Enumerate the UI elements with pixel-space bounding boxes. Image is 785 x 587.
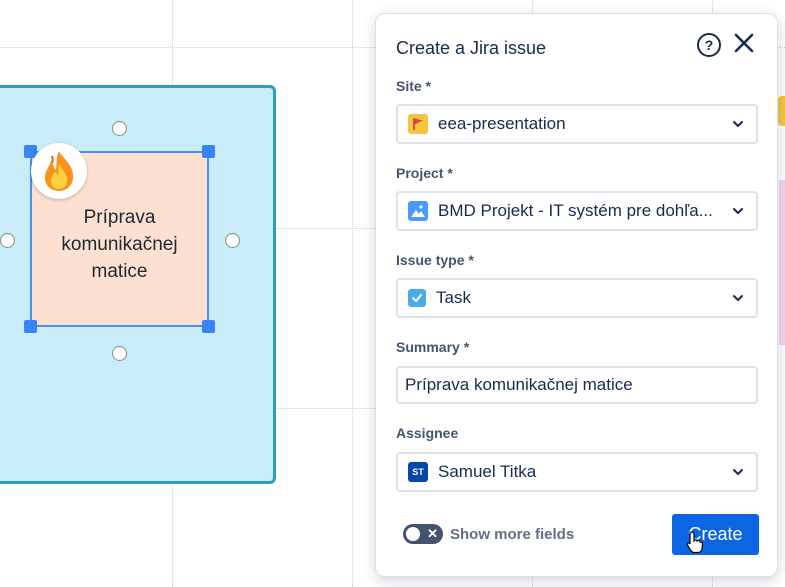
site-label: Site * — [396, 78, 432, 94]
project-select[interactable]: BMD Projekt - IT systém pre dohľa... — [396, 191, 758, 231]
chevron-down-icon — [720, 106, 756, 142]
checkbox-check-icon — [408, 289, 426, 307]
avatar: ST — [408, 462, 428, 482]
summary-label: Summary * — [396, 339, 470, 355]
offscreen-emoji — [778, 96, 785, 126]
issue-type-value: Task — [436, 288, 471, 307]
mountain-image-icon — [408, 201, 428, 221]
dialog-title: Create a Jira issue — [396, 38, 547, 58]
chevron-down-icon — [720, 193, 756, 229]
toggle-knob — [406, 527, 420, 541]
chevron-down-icon — [720, 454, 756, 490]
connector-handle-left[interactable] — [0, 233, 15, 248]
hand-cursor-icon — [686, 530, 704, 559]
project-label: Project * — [396, 165, 453, 181]
red-flag-icon — [408, 114, 428, 134]
summary-input[interactable] — [396, 366, 758, 404]
connector-handle-right[interactable] — [225, 233, 240, 248]
issue-type-select[interactable]: Task — [396, 278, 758, 318]
connector-handle-top[interactable] — [112, 121, 127, 136]
assignee-label: Assignee — [396, 425, 459, 441]
close-icon[interactable] — [732, 31, 756, 55]
assignee-select[interactable]: ST Samuel Titka — [396, 452, 758, 492]
create-jira-issue-dialog: Create a Jira issue ? Site * eea-present… — [375, 13, 778, 577]
connector-handle-bottom[interactable] — [112, 346, 127, 361]
project-value: BMD Projekt - IT systém pre dohľa... — [438, 201, 713, 220]
offscreen-sticky — [779, 180, 785, 345]
chevron-down-icon — [720, 280, 756, 316]
issue-type-label: Issue type * — [396, 252, 474, 268]
sticky-note-text: Príprava komunikačnej matice — [61, 206, 178, 282]
show-more-fields-toggle[interactable]: ✕ — [403, 524, 443, 544]
show-more-fields-label: Show more fields — [450, 526, 575, 543]
assignee-value: Samuel Titka — [438, 462, 537, 481]
resize-handle-top-right[interactable] — [202, 145, 215, 158]
grid-line — [352, 0, 353, 587]
resize-handle-bottom-left[interactable] — [24, 320, 37, 333]
site-value: eea-presentation — [438, 114, 566, 133]
close-icon: ✕ — [427, 526, 438, 541]
site-select[interactable]: eea-presentation — [396, 104, 758, 144]
fire-emoji-icon[interactable] — [31, 143, 87, 199]
resize-handle-bottom-right[interactable] — [202, 320, 215, 333]
question-circle-icon[interactable]: ? — [697, 33, 721, 57]
